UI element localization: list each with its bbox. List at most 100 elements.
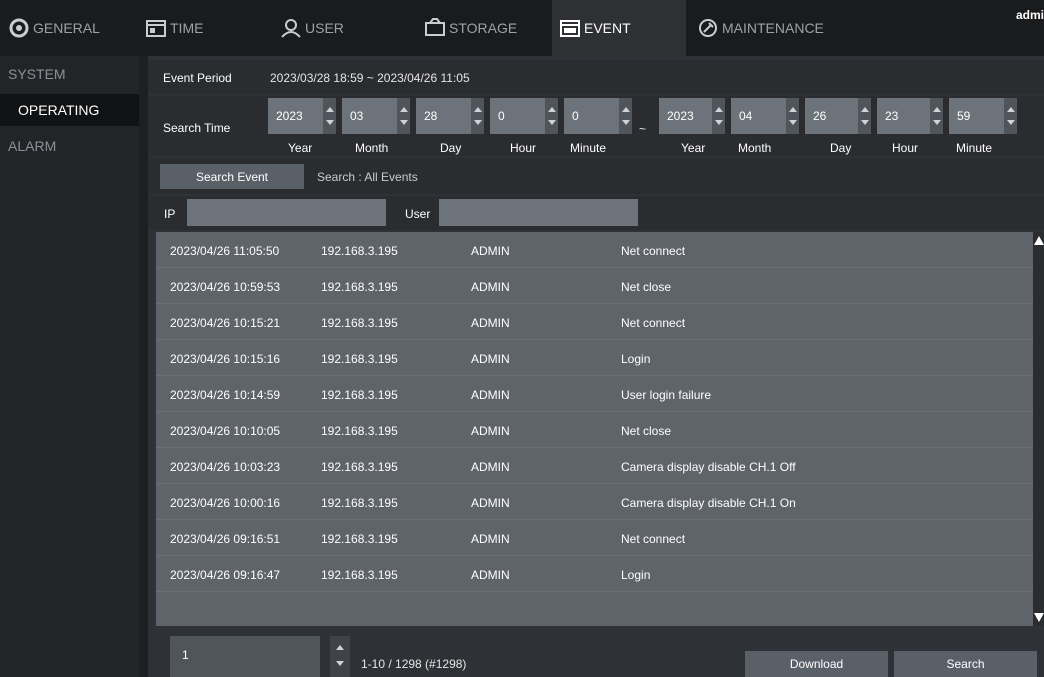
stepper-value: 23 [885, 109, 899, 123]
chevron-down-icon[interactable] [861, 120, 869, 125]
stepper-buttons[interactable] [858, 98, 871, 134]
event-time-cell: 2023/04/26 10:00:16 [170, 496, 281, 510]
logged-in-user[interactable]: admi [1016, 8, 1044, 22]
stepper-buttons[interactable] [471, 98, 484, 134]
start-year-stepper[interactable]: 2023 [268, 98, 336, 134]
chevron-up-icon[interactable] [1007, 107, 1015, 112]
scroll-down-icon[interactable] [1034, 613, 1044, 622]
chevron-down-icon[interactable] [548, 120, 556, 125]
event-row[interactable]: 2023/04/26 10:15:21 192.168.3.195 ADMIN Net… [156, 304, 1033, 340]
chevron-down-icon[interactable] [400, 120, 408, 125]
chevron-up-icon[interactable] [326, 107, 334, 112]
chevron-down-icon[interactable] [933, 120, 941, 125]
sidebar-item-operating[interactable]: OPERATING [0, 94, 139, 126]
stepper-buttons[interactable] [323, 98, 336, 134]
end-month-stepper[interactable]: 04 [731, 98, 799, 134]
chevron-up-icon[interactable] [548, 107, 556, 112]
chevron-up-icon[interactable] [400, 107, 408, 112]
event-user-cell: ADMIN [471, 568, 510, 582]
user-input[interactable] [439, 199, 638, 226]
scrollbar[interactable] [1033, 232, 1044, 626]
event-ip-cell: 192.168.3.195 [321, 316, 398, 330]
chevron-up-icon[interactable] [789, 107, 797, 112]
start-hour-stepper[interactable]: 0 [490, 98, 558, 134]
event-ip-cell: 192.168.3.195 [321, 568, 398, 582]
ip-input[interactable] [187, 199, 386, 226]
chevron-down-icon[interactable] [326, 120, 334, 125]
end-minute-stepper[interactable]: 59 [949, 98, 1017, 134]
end-month-unit: Month [738, 141, 772, 155]
stepper-buttons[interactable] [712, 98, 725, 134]
wrench-icon [699, 19, 717, 37]
start-minute-stepper[interactable]: 0 [564, 98, 632, 134]
event-ip-cell: 192.168.3.195 [321, 352, 398, 366]
chevron-up-icon[interactable] [715, 107, 723, 112]
tab-time[interactable]: TIME [145, 0, 245, 56]
scroll-up-icon[interactable] [1034, 236, 1044, 245]
start-minute-unit: Minute [570, 141, 607, 155]
tab-maintenance[interactable]: MAINTENANCE [697, 0, 837, 56]
tab-label: EVENT [584, 20, 631, 36]
start-day-unit: Day [440, 141, 462, 155]
page-stepper-buttons[interactable] [330, 636, 350, 677]
event-user-cell: ADMIN [471, 388, 510, 402]
stepper-buttons[interactable] [397, 98, 410, 134]
event-row[interactable]: 2023/04/26 09:16:47 192.168.3.195 ADMIN Log… [156, 556, 1033, 592]
top-navigation: GENERAL TIME USER STORAGE EVENT MAINTENA… [0, 0, 1044, 56]
chevron-down-icon[interactable] [1007, 120, 1015, 125]
chevron-up-icon[interactable] [861, 107, 869, 112]
chevron-down-icon[interactable] [715, 120, 723, 125]
event-row[interactable]: 2023/04/26 11:05:50 192.168.3.195 ADMIN Net… [156, 232, 1033, 268]
stepper-value: 0 [572, 109, 579, 123]
end-day-stepper[interactable]: 26 [805, 98, 871, 134]
event-ip-cell: 192.168.3.195 [321, 532, 398, 546]
start-month-stepper[interactable]: 03 [342, 98, 410, 134]
event-description-cell: Camera display disable CH.1 Off [621, 460, 796, 474]
chevron-up-icon[interactable] [622, 107, 630, 112]
tab-user[interactable]: USER [280, 0, 380, 56]
hdd-icon [425, 18, 445, 36]
search-button[interactable]: Search [894, 651, 1037, 677]
sidebar-item-label: ALARM [8, 138, 57, 154]
event-log-icon [560, 20, 580, 37]
event-row[interactable]: 2023/04/26 10:00:16 192.168.3.195 ADMIN Cam… [156, 484, 1033, 520]
tab-label: MAINTENANCE [722, 20, 824, 36]
end-hour-stepper[interactable]: 23 [877, 98, 943, 134]
event-ip-cell: 192.168.3.195 [321, 388, 398, 402]
event-description-cell: Net connect [621, 532, 686, 546]
start-hour-unit: Hour [510, 141, 537, 155]
event-row[interactable]: 2023/04/26 10:03:23 192.168.3.195 ADMIN Cam… [156, 448, 1033, 484]
stepper-buttons[interactable] [930, 98, 943, 134]
start-day-stepper[interactable]: 28 [416, 98, 484, 134]
tab-event[interactable]: EVENT [552, 0, 686, 56]
stepper-value: 2023 [276, 109, 303, 123]
event-row[interactable]: 2023/04/26 10:10:05 192.168.3.195 ADMIN Net… [156, 412, 1033, 448]
chevron-up-icon[interactable] [933, 107, 941, 112]
chevron-down-icon[interactable] [336, 661, 344, 666]
chevron-down-icon[interactable] [789, 120, 797, 125]
chevron-up-icon[interactable] [474, 107, 482, 112]
event-row[interactable]: 2023/04/26 10:59:53 192.168.3.195 ADMIN Net… [156, 268, 1033, 304]
event-row[interactable]: 2023/04/26 10:15:16 192.168.3.195 ADMIN Log… [156, 340, 1033, 376]
stepper-buttons[interactable] [619, 98, 632, 134]
end-year-stepper[interactable]: 2023 [659, 98, 725, 134]
event-row[interactable]: 2023/04/26 10:14:59 192.168.3.195 ADMIN Use… [156, 376, 1033, 412]
tab-storage[interactable]: STORAGE [424, 0, 534, 56]
stepper-buttons[interactable] [545, 98, 558, 134]
stepper-buttons[interactable] [786, 98, 799, 134]
chevron-down-icon[interactable] [622, 120, 630, 125]
chevron-down-icon[interactable] [474, 120, 482, 125]
download-button[interactable]: Download [745, 651, 888, 677]
event-description-cell: Net connect [621, 244, 686, 258]
search-event-button[interactable]: Search Event [160, 164, 304, 189]
sidebar-item-alarm[interactable]: ALARM [0, 130, 139, 162]
stepper-value: 28 [424, 109, 438, 123]
event-row[interactable]: 2023/04/26 09:16:51 192.168.3.195 ADMIN Net… [156, 520, 1033, 556]
stepper-buttons[interactable] [1004, 98, 1017, 134]
page-number-field[interactable]: 1 [170, 636, 320, 677]
sidebar-item-system[interactable]: SYSTEM [0, 58, 139, 90]
tab-general[interactable]: GENERAL [8, 0, 128, 56]
event-time-cell: 2023/04/26 10:15:21 [170, 316, 281, 330]
end-minute-unit: Minute [956, 141, 993, 155]
chevron-up-icon[interactable] [336, 645, 344, 650]
